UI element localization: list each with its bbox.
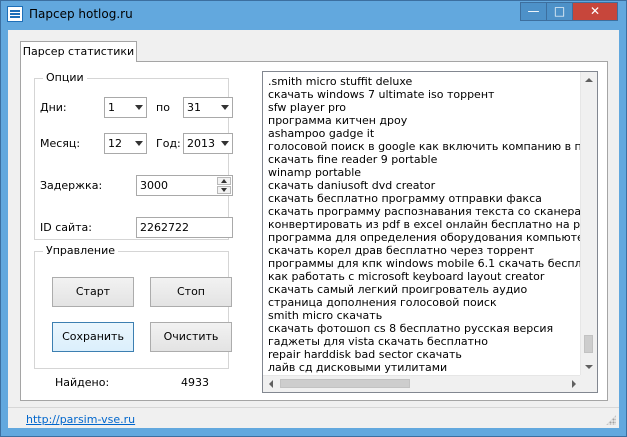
scroll-left-icon[interactable]	[269, 380, 273, 388]
list-item[interactable]: скачать daniusoft dvd creator	[268, 179, 580, 192]
list-item[interactable]: скачать программу распознавания текста с…	[268, 205, 580, 218]
year-value: 2013	[187, 137, 215, 150]
list-item[interactable]: скачать бесплатно программу отправки фак…	[268, 192, 580, 205]
delay-value: 3000	[140, 179, 168, 192]
clear-button[interactable]: Очистить	[150, 322, 232, 352]
horizontal-scrollbar[interactable]	[263, 375, 582, 392]
control-group: Управление Старт Стоп Сохранить Очистить	[34, 244, 232, 369]
results-items: .smith micro stuffit deluxe скачать windo…	[268, 75, 580, 374]
day-from-value: 1	[108, 101, 115, 114]
site-id-input[interactable]: 2262722	[136, 217, 233, 238]
list-item[interactable]: как работать с microsoft keyboard layout…	[268, 270, 580, 283]
month-select[interactable]: 12	[104, 133, 147, 154]
resize-grip-icon[interactable]	[606, 415, 616, 425]
month-label: Месяц:	[40, 137, 81, 150]
list-item[interactable]: скачать фотошоп cs 8 бесплатно русская в…	[268, 322, 580, 335]
app-icon	[7, 6, 23, 22]
list-item[interactable]: конвертировать из pdf в excel онлайн бес…	[268, 218, 580, 231]
tab-parser-stats[interactable]: Парсер статистики	[20, 41, 137, 62]
delay-label: Задержка:	[40, 179, 103, 192]
spin-up-button[interactable]	[217, 177, 231, 185]
list-item[interactable]: страница дополнения голосовой поиск	[268, 296, 580, 309]
scroll-up-icon[interactable]	[585, 78, 593, 82]
client-area: Парсер статистики Опции Дни: 1 по 31 Мес…	[8, 30, 619, 428]
chevron-down-icon	[221, 105, 229, 110]
chevron-down-icon	[221, 141, 229, 146]
year-label: Год:	[156, 137, 181, 150]
year-select[interactable]: 2013	[183, 133, 233, 154]
list-item[interactable]: ashampoo gadge it	[268, 127, 580, 140]
start-button[interactable]: Старт	[52, 277, 134, 307]
month-value: 12	[108, 137, 122, 150]
title-bar[interactable]: Парсер hotlog.ru — □ ✕	[1, 1, 626, 29]
day-from-select[interactable]: 1	[104, 97, 147, 118]
options-legend: Опции	[43, 71, 87, 84]
arrow-up-icon	[221, 179, 227, 183]
vertical-scrollbar[interactable]	[580, 72, 597, 375]
list-item[interactable]: программа для определения оборудования к…	[268, 231, 580, 244]
list-item[interactable]: winamp portable	[268, 166, 580, 179]
list-item[interactable]: repair harddisk bad sector скачать	[268, 348, 580, 361]
list-item[interactable]: скачать самый легкий проигрователь аудио	[268, 283, 580, 296]
days-label: Дни:	[40, 101, 67, 114]
main-window: Парсер hotlog.ru — □ ✕ Парсер статистики…	[0, 0, 627, 437]
list-item[interactable]: .smith micro stuffit deluxe	[268, 75, 580, 88]
list-item[interactable]: скачать fine reader 9 portable	[268, 153, 580, 166]
found-count: 4933	[181, 376, 209, 389]
chevron-down-icon	[135, 105, 143, 110]
scroll-down-icon[interactable]	[585, 365, 593, 369]
found-label: Найдено:	[55, 376, 110, 389]
stop-button[interactable]: Стоп	[150, 277, 232, 307]
list-item[interactable]: скачать корел драв бесплатно через торре…	[268, 244, 580, 257]
arrow-down-icon	[221, 188, 227, 192]
list-item[interactable]: лайв сд дисковыми утилитами	[268, 361, 580, 374]
options-group: Опции Дни: 1 по 31 Месяц: 12 Год: 2013 З…	[34, 71, 233, 240]
horizontal-scroll-thumb[interactable]	[280, 379, 410, 388]
maximize-button[interactable]: □	[546, 2, 573, 21]
day-to-select[interactable]: 31	[183, 97, 233, 118]
window-title: Парсер hotlog.ru	[29, 7, 133, 21]
list-item[interactable]: smith micro скачать	[268, 309, 580, 322]
save-button[interactable]: Сохранить	[52, 322, 134, 352]
list-item[interactable]: скачать windows 7 ultimate iso торрент	[268, 88, 580, 101]
site-link[interactable]: http://parsim-vse.ru	[26, 413, 135, 426]
close-button[interactable]: ✕	[572, 2, 618, 21]
day-to-value: 31	[187, 101, 201, 114]
list-item[interactable]: голосовой поиск в google как включить ко…	[268, 140, 580, 153]
site-id-label: ID сайта:	[40, 221, 93, 234]
list-item[interactable]: гаджеты для vista скачать бесплатно	[268, 335, 580, 348]
minimize-button[interactable]: —	[520, 2, 547, 21]
tab-page: Опции Дни: 1 по 31 Месяц: 12 Год: 2013 З…	[20, 61, 608, 401]
list-item[interactable]: программа китчен дроу	[268, 114, 580, 127]
site-id-value: 2262722	[140, 221, 189, 234]
results-list[interactable]: .smith micro stuffit deluxe скачать windo…	[262, 71, 598, 393]
list-item[interactable]: программы для кпк windows mobile 6.1 ска…	[268, 257, 580, 270]
delay-stepper[interactable]: 3000	[136, 175, 233, 196]
spin-down-button[interactable]	[217, 186, 231, 194]
scroll-right-icon[interactable]	[572, 380, 576, 388]
scrollbar-corner	[580, 375, 597, 392]
control-legend: Управление	[43, 244, 119, 257]
vertical-scroll-thumb[interactable]	[584, 335, 593, 353]
chevron-down-icon	[135, 141, 143, 146]
status-bar: http://parsim-vse.ru	[8, 407, 619, 428]
list-item[interactable]: sfw player pro	[268, 101, 580, 114]
days-to-label: по	[156, 101, 170, 114]
